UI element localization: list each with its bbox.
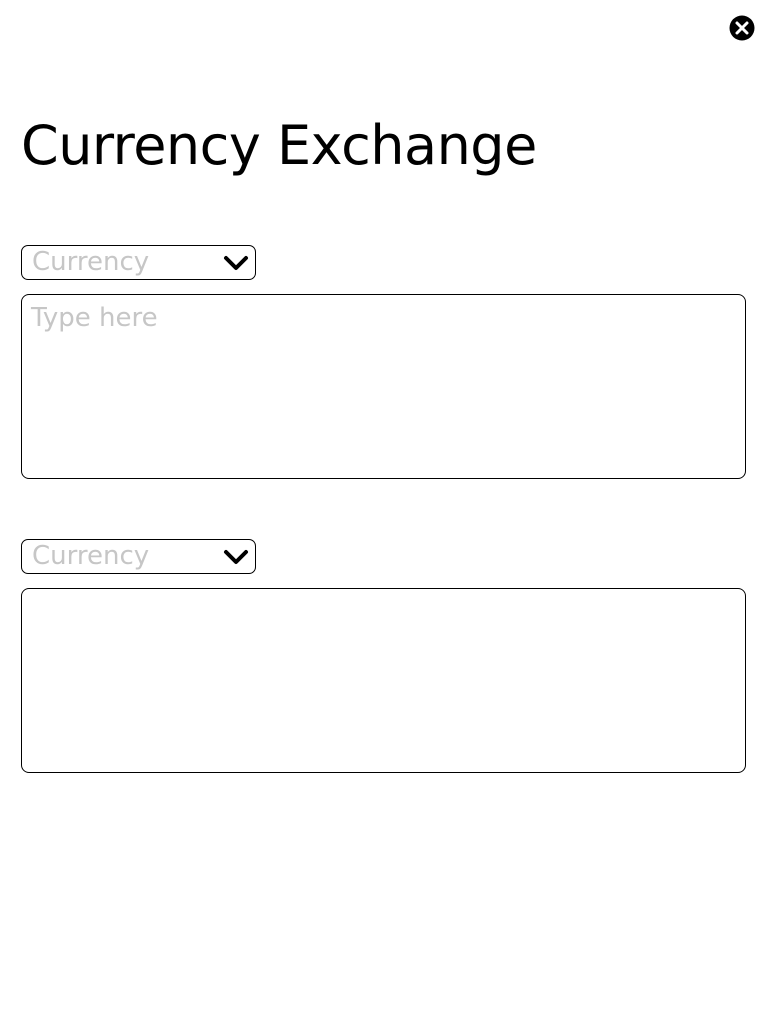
to-currency-placeholder: Currency <box>32 541 150 571</box>
close-circle-icon <box>729 15 755 41</box>
amount-input[interactable]: Type here <box>21 294 746 479</box>
page-title: Currency Exchange <box>21 114 537 177</box>
chevron-down-icon <box>223 547 249 567</box>
to-currency-select[interactable]: Currency <box>21 539 256 574</box>
result-output[interactable] <box>21 588 746 773</box>
from-currency-select[interactable]: Currency <box>21 245 256 280</box>
amount-input-placeholder: Type here <box>31 303 158 333</box>
chevron-down-icon <box>223 253 249 273</box>
close-button[interactable] <box>729 15 755 41</box>
from-currency-placeholder: Currency <box>32 247 150 277</box>
